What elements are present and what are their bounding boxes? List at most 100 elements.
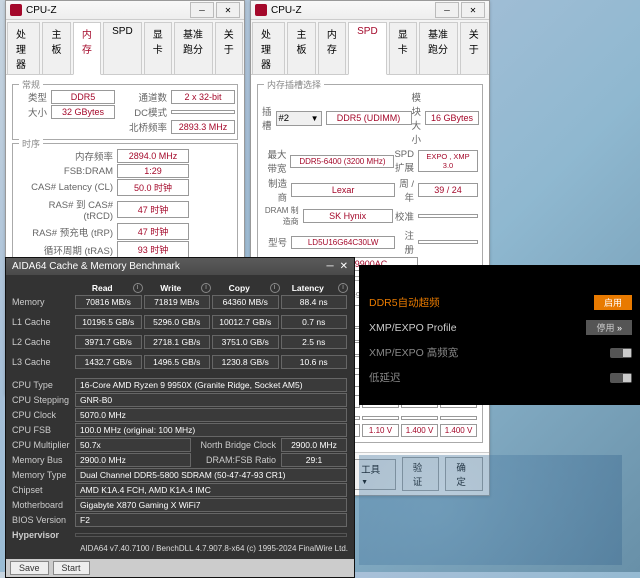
dc-value [171,110,235,114]
hypervisor-value [75,533,347,537]
toggle-switch[interactable] [610,373,632,383]
close-button[interactable]: ✕ [340,261,348,272]
info-value: GNR-B0 [75,393,347,407]
tab-about[interactable]: 关于 [215,22,243,74]
info-row: Memory Bus2900.0 MHzDRAM:FSB Ratio29:1 [12,453,348,467]
row-label: Memory [12,297,74,307]
cell [362,416,399,420]
info-icon[interactable]: i [270,283,280,293]
timings-title: 时序 [19,137,43,150]
dram-label: DRAM 制造商 [262,205,303,227]
table-row: L2 Cache3971.7 GB/s2718.1 GB/s3751.0 GB/… [12,335,348,349]
type-label: 类型 [17,90,51,104]
trcd-label: RAS# 到 CAS# (tRCD) [17,197,117,222]
aida-copyright: AIDA64 v7.40.7100 / BenchDLL 4.7.907.8-x… [12,544,348,553]
rank-label: 校准 [393,209,418,223]
rank-value [418,214,478,218]
cl-label: CAS# Latency (CL) [17,182,117,193]
cell: 1.10 V [362,424,399,437]
info-value: 50.7x [75,438,191,452]
size-label: 大小 [17,105,51,119]
tab-spd[interactable]: SPD [348,22,387,75]
table-row: Memory70816 MB/s71819 MB/s64360 MB/s88.4… [12,295,348,309]
info-row: CPU Type16-Core AMD Ryzen 9 9950X (Grani… [12,378,348,392]
info-icon[interactable]: i [338,283,348,293]
slot-label: 插槽 [262,104,276,132]
cell: 71819 MB/s [144,295,211,309]
slot-group: 内存插槽选择 插槽 #2▼ DDR5 (UDIMM) 模块大小 16 GByte… [257,84,483,277]
cell: 1.400 V [401,424,438,437]
mfr-label: 制造商 [262,176,291,204]
info-row: Memory TypeDual Channel DDR5-5800 SDRAM … [12,468,348,482]
cell: 70816 MB/s [75,295,142,309]
info-value: AMD K1A.4 FCH, AMD K1A.4 IMC [75,483,347,497]
info-label: CPU Clock [12,410,74,420]
minimize-button[interactable]: ─ [435,2,459,18]
chan-label: 通道数 [123,90,171,104]
aida-titlebar: AIDA64 Cache & Memory Benchmark ─✕ [6,258,354,275]
ddr5-autoclock-label: DDR5自动超频 [369,295,594,310]
info-value: 16-Core AMD Ryzen 9 9950X (Granite Ridge… [75,378,347,392]
info-row: MotherboardGigabyte X870 Gaming X WiFi7 [12,498,348,512]
toggle-switch[interactable] [610,348,632,358]
slot-title: 内存插槽选择 [264,78,324,91]
cpuz-icon [10,4,22,16]
tab-graphics[interactable]: 显卡 [144,22,172,74]
save-button[interactable]: Save [10,561,49,575]
info-label: CPU Multiplier [12,440,74,450]
minimize-button[interactable]: ─ [327,261,334,272]
cell: 64360 MB/s [212,295,279,309]
trp-label: RAS# 预充电 (tRP) [17,225,117,239]
tab-memory[interactable]: 内存 [318,22,346,74]
week-label: 周 / 年 [395,176,418,204]
cell: 1432.7 GB/s [75,355,142,369]
high-bandwidth-label: XMP/EXPO 高频宽 [369,345,610,360]
titlebar: CPU-Z ─ ✕ [251,1,489,20]
tab-spd[interactable]: SPD [103,22,142,74]
table-row: L1 Cache10196.5 GB/s5296.0 GB/s10012.7 G… [12,315,348,329]
info-icon[interactable]: i [201,283,211,293]
row-label: L1 Cache [12,317,74,327]
table-row: L3 Cache1432.7 GB/s1496.5 GB/s1230.8 GB/… [12,355,348,369]
background-image [359,455,622,565]
slot-select[interactable]: #2▼ [276,111,322,126]
disable-button[interactable]: 停用 » [586,320,632,335]
reg-label: 注册 [395,228,418,256]
tab-bench[interactable]: 基准跑分 [419,22,458,74]
col-copy: Copy [212,282,267,294]
close-button[interactable]: ✕ [216,2,240,18]
minimize-button[interactable]: ─ [190,2,214,18]
xmp-profile-label: XMP/EXPO Profile [369,322,586,334]
info-row: CPU FSB100.0 MHz (original: 100 MHz) [12,423,348,437]
info-value: 100.0 MHz (original: 100 MHz) [75,423,347,437]
tab-cpu[interactable]: 处理器 [252,22,285,74]
title: CPU-Z [271,5,302,16]
maxbw-value: DDR5-6400 (3200 MHz) [290,155,394,168]
tab-mainboard[interactable]: 主板 [287,22,315,74]
info-label: CPU FSB [12,425,74,435]
close-button[interactable]: ✕ [461,2,485,18]
start-button[interactable]: Start [53,561,90,575]
cell: 5296.0 GB/s [144,315,211,329]
tab-mainboard[interactable]: 主板 [42,22,70,74]
tab-memory[interactable]: 内存 [73,22,101,75]
tab-about[interactable]: 关于 [460,22,488,74]
row-label: L2 Cache [12,337,74,347]
tras-value: 93 时钟 [117,241,189,258]
info-row: BIOS VersionF2 [12,513,348,527]
info-row: CPU Multiplier50.7xNorth Bridge Clock290… [12,438,348,452]
info-icon[interactable]: i [133,283,143,293]
tab-graphics[interactable]: 显卡 [389,22,417,74]
tab-cpu[interactable]: 处理器 [7,22,40,74]
general-title: 常规 [19,78,43,91]
modsize-value: 16 GBytes [425,111,479,125]
cell: 1230.8 GB/s [212,355,279,369]
tab-bench[interactable]: 基准跑分 [174,22,213,74]
nb-value: 2893.3 MHz [171,120,235,134]
info-extra-label: North Bridge Clock [192,440,280,450]
type-value: DDR5 [51,90,115,104]
cell [401,416,438,420]
cpuz-icon [255,4,267,16]
info-value: 2900.0 MHz [75,453,191,467]
enable-button[interactable]: 启用 [594,295,632,310]
